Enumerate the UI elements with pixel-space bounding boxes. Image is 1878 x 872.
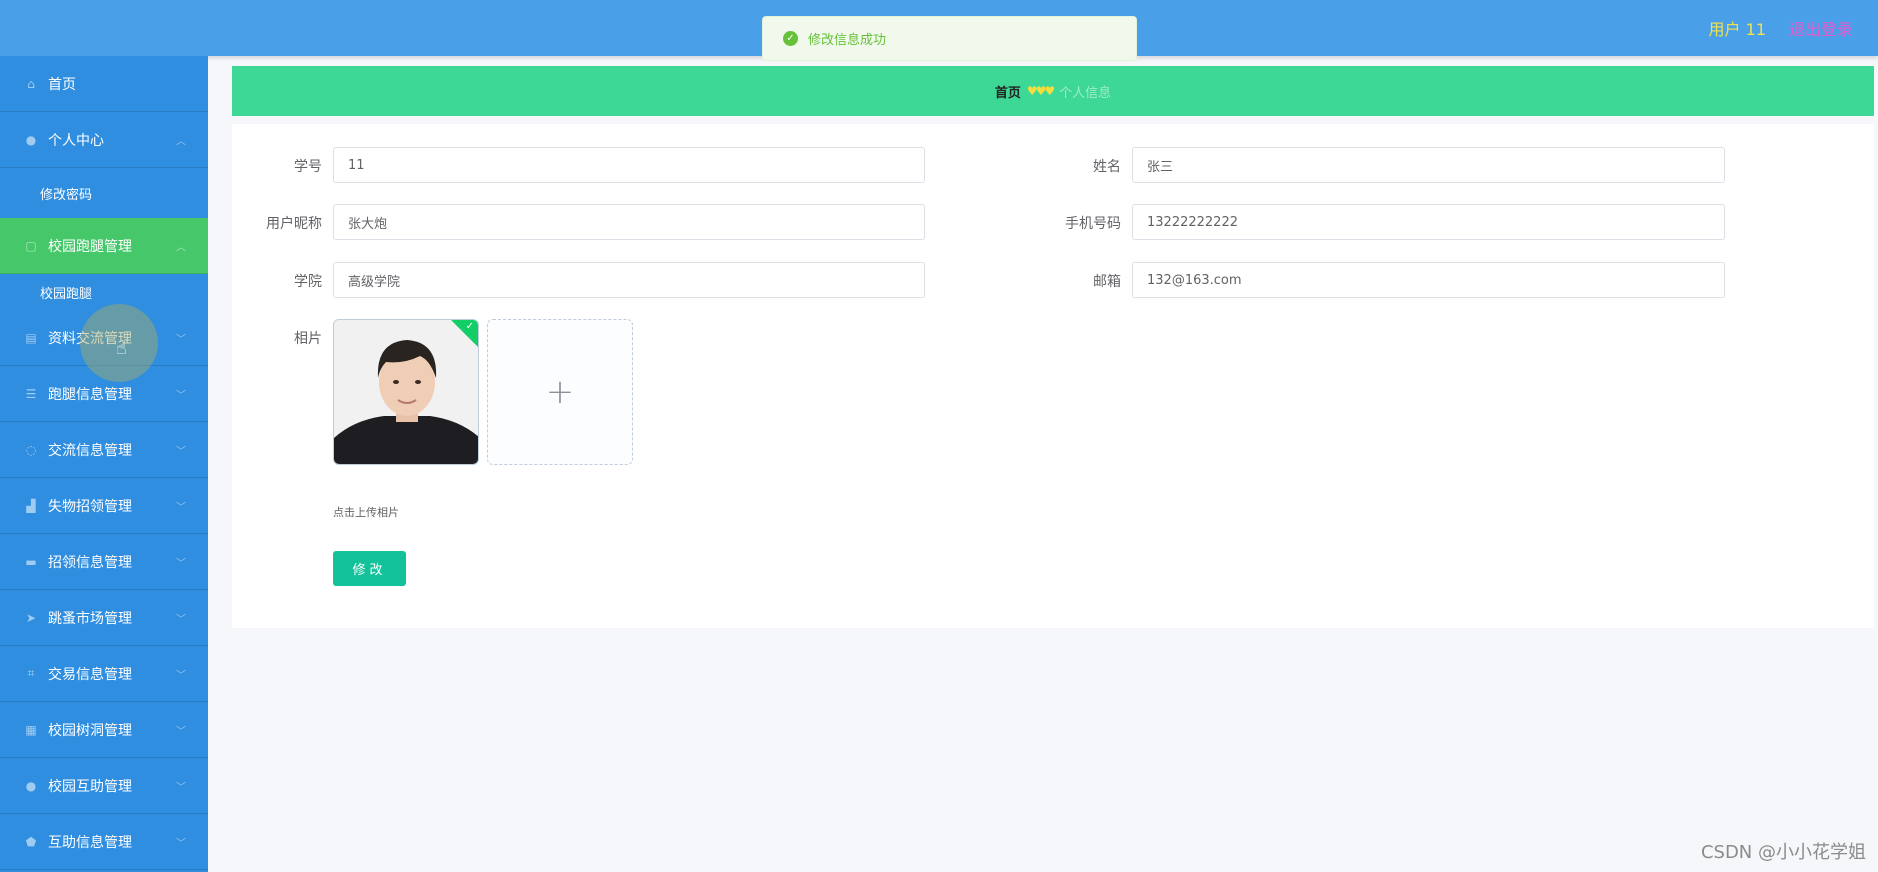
sidebar-item-label: 个人中心 (48, 132, 104, 149)
chevron-down-icon: ﹀ (176, 782, 186, 793)
sidebar-item-label: 资料交流管理 (48, 330, 132, 347)
sidebar-item-mutual-aid[interactable]: ● 校园互助管理 ﹀ (0, 758, 208, 814)
sidebar-item-tree-hole[interactable]: ▦ 校园树洞管理 ﹀ (0, 702, 208, 758)
nickname-label: 用户昵称 (266, 216, 322, 232)
submit-button[interactable]: 修改 (333, 551, 406, 586)
chevron-down-icon: ﹀ (176, 838, 186, 849)
user-icon: ● (25, 132, 37, 147)
college-label: 学院 (294, 274, 322, 290)
watermark: CSDN @小小花学姐 (1700, 842, 1866, 863)
document-icon: ▢ (25, 238, 37, 253)
sidebar-item-label: 校园跑腿管理 (48, 238, 132, 255)
student-id-label: 学号 (294, 159, 322, 175)
sidebar-item-errand-management[interactable]: ▢ 校园跑腿管理 ︿ (0, 218, 208, 274)
sidebar-item-label: 交易信息管理 (48, 666, 132, 683)
check-icon: ✓ (465, 321, 474, 332)
clipboard-icon: ▤ (25, 330, 37, 345)
sidebar-item-label: 交流信息管理 (48, 442, 132, 459)
sidebar-item-material-exchange[interactable]: ▤ 资料交流管理 ﹀ (0, 310, 208, 366)
sidebar-item-mutual-aid-info[interactable]: ⬟ 互助信息管理 ﹀ (0, 814, 208, 870)
grid-icon: ▦ (25, 722, 37, 737)
thumb-icon: ▟ (26, 498, 36, 513)
sidebar-item-trade-info[interactable]: ⌗ 交易信息管理 ﹀ (0, 646, 208, 702)
sidebar-subitem-campus-errand[interactable]: 校园跑腿 (0, 274, 208, 310)
home-icon: ⌂ (27, 76, 35, 91)
email-label: 邮箱 (1093, 274, 1121, 290)
list-icon: ☰ (25, 386, 37, 401)
shield-icon: ⬟ (25, 834, 37, 849)
chevron-down-icon: ﹀ (176, 614, 186, 625)
sidebar-item-label: 互助信息管理 (48, 834, 132, 851)
photo-upload-button[interactable]: + (487, 319, 633, 465)
send-icon: ➤ (25, 610, 37, 625)
chevron-down-icon: ﹀ (176, 726, 186, 737)
logout-link[interactable]: 退出登录 (1789, 16, 1853, 40)
sidebar-item-label: 校园树洞管理 (48, 722, 132, 739)
sidebar-item-label: 失物招领管理 (48, 498, 132, 515)
folder-icon: ▬ (25, 554, 37, 569)
student-id-field[interactable]: 11 (333, 147, 925, 183)
sidebar-item-flea-market[interactable]: ➤ 跳蚤市场管理 ﹀ (0, 590, 208, 646)
sidebar-item-label: 跳蚤市场管理 (48, 610, 132, 627)
sidebar-item-errand-info[interactable]: ☰ 跑腿信息管理 ﹀ (0, 366, 208, 422)
email-field[interactable]: 132@163.com (1132, 262, 1725, 298)
chevron-down-icon: ﹀ (176, 502, 186, 513)
crop-icon: ⌗ (27, 666, 35, 680)
sidebar-item-exchange-info[interactable]: ◌ 交流信息管理 ﹀ (0, 422, 208, 478)
photo-label: 相片 (294, 331, 322, 347)
nickname-field[interactable]: 张大炮 (333, 204, 925, 240)
sidebar-item-home[interactable]: ⌂ 首页 (0, 56, 208, 112)
upload-hint: 点击上传相片 (333, 506, 399, 519)
sidebar-item-label: 招领信息管理 (48, 554, 132, 571)
uploaded-photo[interactable]: ✓ (333, 319, 479, 465)
current-user-label: 用户 11 (1708, 20, 1766, 39)
breadcrumb: 首页 ♥♥♥ 个人信息 (232, 66, 1874, 116)
chevron-up-icon: ︿ (176, 242, 186, 253)
chevron-down-icon: ﹀ (176, 390, 186, 401)
sidebar-item-label: 校园互助管理 (48, 778, 132, 795)
name-label: 姓名 (1093, 159, 1121, 175)
breadcrumb-current: 个人信息 (1059, 85, 1112, 101)
success-check-icon: ✓ (783, 31, 798, 46)
sidebar-item-personal-center[interactable]: ● 个人中心 ︿ (0, 112, 208, 168)
phone-field[interactable]: 13222222222 (1132, 204, 1725, 240)
sidebar-subitem-change-password[interactable]: 修改密码 (0, 168, 208, 218)
circle-icon: ◌ (25, 442, 37, 457)
sidebar-item-label: 首页 (48, 76, 76, 93)
success-toast: ✓ 修改信息成功 (762, 16, 1137, 61)
chevron-up-icon: ︿ (176, 136, 186, 147)
college-field[interactable]: 高级学院 (333, 262, 925, 298)
phone-label: 手机号码 (1065, 216, 1121, 232)
name-field[interactable]: 张三 (1132, 147, 1725, 183)
hearts-separator-icon: ♥♥♥ (1026, 84, 1055, 98)
sidebar-item-label: 跑腿信息管理 (48, 386, 132, 403)
breadcrumb-home[interactable]: 首页 (995, 82, 1021, 101)
sidebar: ⌂ 首页 ● 个人中心 ︿ 修改密码 ▢ 校园跑腿管理 ︿ 校园跑腿 ▤ 资料交… (0, 56, 208, 872)
chevron-down-icon: ﹀ (176, 334, 186, 345)
sidebar-item-found-info[interactable]: ▬ 招领信息管理 ﹀ (0, 534, 208, 590)
plus-icon: + (545, 372, 575, 412)
sidebar-item-lost-found[interactable]: ▟ 失物招领管理 ﹀ (0, 478, 208, 534)
chevron-down-icon: ﹀ (176, 670, 186, 681)
portrait-image (334, 320, 478, 464)
user-icon: ● (25, 778, 37, 793)
chevron-down-icon: ﹀ (176, 558, 186, 569)
chevron-down-icon: ﹀ (176, 446, 186, 457)
toast-message: 修改信息成功 (808, 33, 887, 48)
